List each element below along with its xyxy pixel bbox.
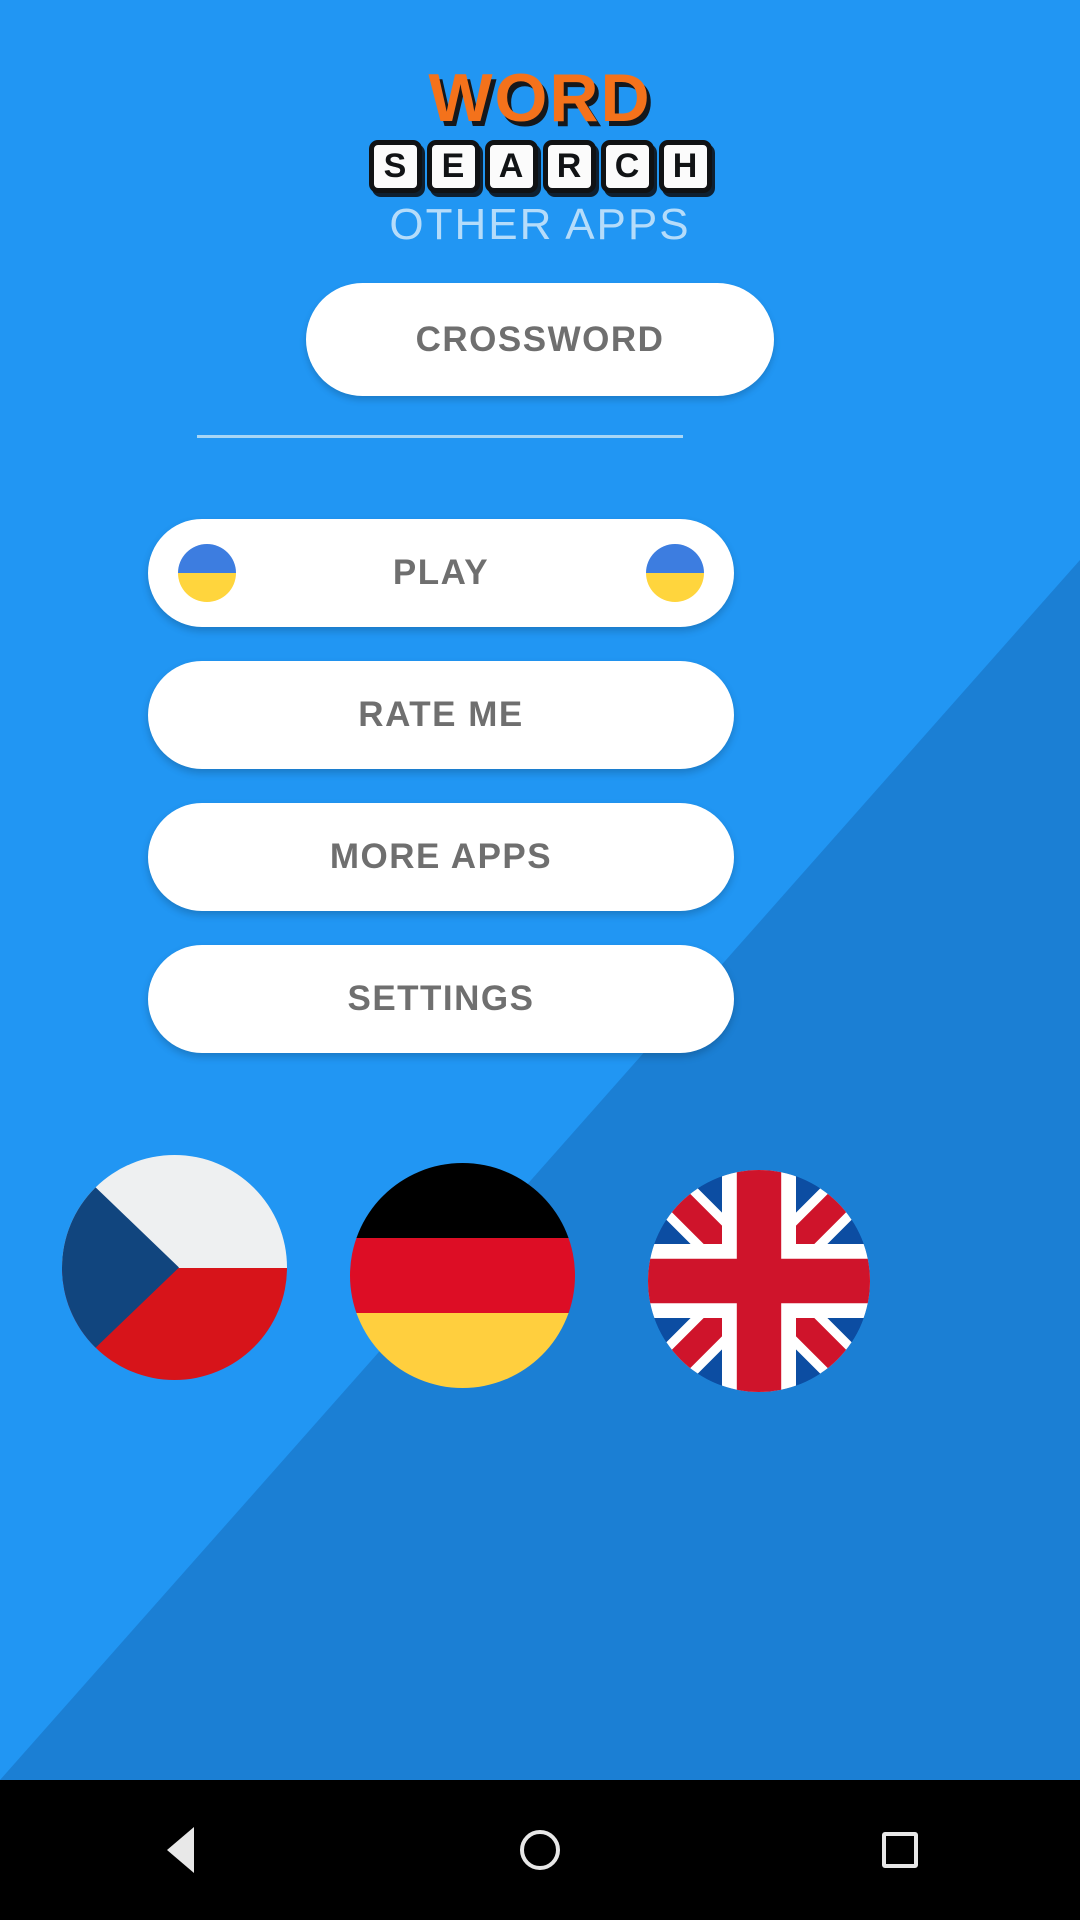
logo-tile-a: A <box>484 140 538 193</box>
logo-tile-s: S <box>368 140 422 193</box>
play-button[interactable]: PLAY <box>148 519 734 627</box>
back-triangle-icon <box>166 1827 194 1873</box>
app-logo: WORD S E A R C H <box>0 62 1080 193</box>
logo-search-tiles: S E A R C H <box>0 140 1080 193</box>
language-button-german[interactable] <box>350 1163 575 1388</box>
crossword-button[interactable]: CROSSWORD <box>306 283 774 396</box>
crossword-button-label: CROSSWORD <box>415 319 665 359</box>
nav-recents-button[interactable] <box>825 1780 975 1920</box>
page-title: OTHER APPS <box>389 200 691 249</box>
logo-tile-h: H <box>658 140 712 193</box>
logo-tile-c: C <box>600 140 654 193</box>
german-flag-icon <box>350 1163 575 1238</box>
rate-me-button-label: RATE ME <box>358 695 524 734</box>
android-navigation-bar <box>0 1780 1080 1920</box>
section-divider <box>197 435 683 438</box>
logo-tile-r: R <box>542 140 596 193</box>
ukraine-flag-icon-right <box>646 544 704 602</box>
play-button-label: PLAY <box>392 553 490 592</box>
language-button-uk[interactable] <box>648 1170 870 1392</box>
screen-content: WORD S E A R C H OTHER APPS CROSSWORD PL… <box>0 0 1080 1780</box>
ukraine-flag-icon-left <box>178 544 236 602</box>
nav-home-button[interactable] <box>465 1780 615 1920</box>
rate-me-button[interactable]: RATE ME <box>148 661 734 769</box>
logo-word-text: WORD <box>428 60 652 136</box>
language-button-czech[interactable] <box>62 1155 287 1380</box>
nav-back-button[interactable] <box>105 1780 255 1920</box>
settings-button-label: SETTINGS <box>347 979 535 1018</box>
settings-button[interactable]: SETTINGS <box>148 945 734 1053</box>
more-apps-button[interactable]: MORE APPS <box>148 803 734 911</box>
app-screen: WORD S E A R C H OTHER APPS CROSSWORD PL… <box>0 0 1080 1920</box>
more-apps-button-label: MORE APPS <box>329 837 553 876</box>
recents-square-icon <box>882 1832 918 1868</box>
home-circle-icon <box>520 1830 560 1870</box>
logo-tile-e: E <box>426 140 480 193</box>
